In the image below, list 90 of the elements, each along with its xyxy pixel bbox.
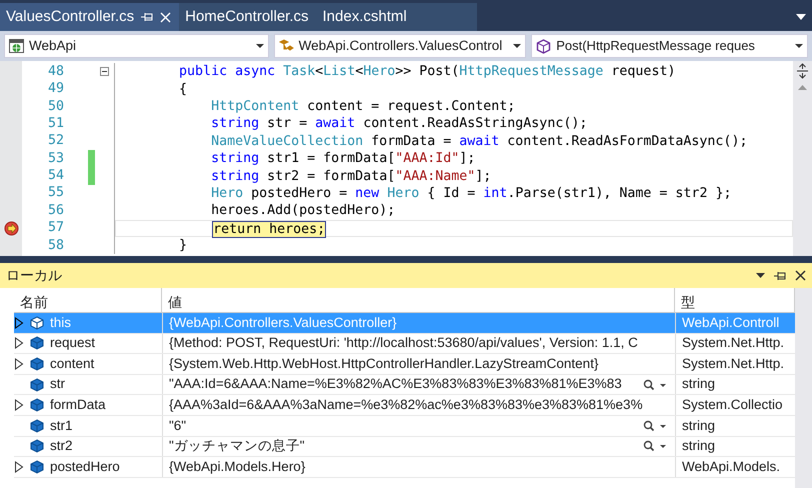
variable-type: System.Collectio [682,396,783,414]
variable-value: "ガッチャマンの息子" [169,437,306,456]
code-line: public async Task<List<Hero>> Post(HttpRequestMessage request) [178,63,676,80]
locals-row[interactable]: str "AAA:Id=6&AAA:Name=%E3%82%AC%E3%83%83%E3%83%81%E3%83 string [14,374,795,396]
method-icon [536,38,552,54]
variable-value: {Method: POST, RequestUri: 'http://localhost:53680/api/values', Version: 1.1, C [169,334,639,352]
variable-name: formData [50,396,106,414]
code-line: heroes.Add(postedHero); [210,202,396,220]
variable-value: {AAA%3aId=6&AAA%3aName=%e3%82%ac%e3%83%83%e3%83%81%e3% [169,396,644,414]
locals-row[interactable]: formData {AAA%3aId=6&AAA%3aName=%e3%82%ac%e3%83%83%e3%83%81%e3% System.Collectio [14,395,795,416]
variable-name: this [50,314,72,332]
project-icon [9,38,24,54]
locals-row[interactable]: request {Method: POST, RequestUri: 'http://localhost:53680/api/values', Version: 1.1, C System.Net.Http. [14,334,795,354]
dropdown-icon[interactable] [796,14,806,20]
panel-title: ローカル [6,266,63,285]
navigation-dropdown[interactable]: WebApi.Controllers.ValuesControl [274,34,526,58]
variable-type: string [682,416,716,435]
field-icon [30,316,44,330]
line-number: 54 [46,167,65,186]
field-icon [30,336,44,350]
variable-type: System.Net.Http. [682,334,784,352]
code-line: string str1 = formData["AAA:Id"]; [210,150,476,168]
pin-icon[interactable] [773,270,787,280]
search-icon[interactable] [643,440,667,452]
expand-icon[interactable] [14,358,24,370]
variable-value: {System.Web.Http.WebHost.HttpControllerHandler.LazyStreamContent} [169,354,600,373]
scrollbar[interactable] [795,288,812,488]
variable-value: "6" [169,416,188,435]
variable-type: WebApi.Models. [682,458,780,476]
variable-value: "AAA:Id=6&AAA:Name=%E3%82%AC%E3%83%83%E3%83%81%E3%83 [169,375,623,394]
editor-tab[interactable]: HomeController.cs [179,3,317,31]
caret-icon [513,44,522,48]
class-icon [278,38,294,54]
field-icon [30,460,44,474]
locals-row[interactable]: postedHero {WebApi.Models.Hero} WebApi.Models. [14,457,795,478]
variable-name: str [50,375,65,394]
split-icon[interactable] [796,63,809,79]
caret-icon[interactable] [756,273,765,278]
line-number: 55 [46,184,65,202]
expand-icon[interactable] [14,399,24,412]
locals-row[interactable]: str2 "ガッチャマンの息子" string [14,436,795,458]
expand-icon[interactable] [14,316,24,329]
close-icon[interactable] [795,270,806,281]
expand-icon[interactable] [14,337,24,350]
variable-name: request [50,334,96,352]
code-line: NameValueCollection formData = await content.ReadAsFormDataAsync(); [210,132,748,150]
line-number: 51 [46,114,65,133]
code-line: Hero postedHero = new Hero { Id = int.Parse(str1), Name = str2 }; [210,184,732,202]
field-icon [30,356,44,371]
line-number: 49 [46,80,65,98]
code-line: string str2 = formData["AAA:Name"]; [210,168,492,185]
code-line: } [178,237,188,254]
search-icon[interactable] [643,378,667,391]
code-line: string str = await content.ReadAsStringAsync(); [210,115,588,132]
line-number: 58 [46,236,65,255]
field-icon [30,378,44,392]
line-number: 53 [46,150,65,168]
field-icon [30,439,44,454]
search-icon[interactable] [643,420,667,432]
variable-name: str1 [50,416,73,435]
line-number: 52 [46,132,65,150]
variable-name: str2 [50,437,73,456]
line-number: 50 [46,98,65,116]
variable-type: string [682,437,716,456]
collapse-icon[interactable] [100,67,109,76]
variable-value: {WebApi.Models.Hero} [169,458,306,476]
navigation-dropdown[interactable]: WebApi [4,34,269,58]
field-icon [30,418,44,433]
variable-value: {WebApi.Controllers.ValuesController} [169,314,398,332]
editor-tab[interactable]: Index.cshtml [316,3,477,31]
locals-row[interactable]: content {System.Web.Http.WebHost.HttpControllerHandler.LazyStreamContent} System.Net.Http. [14,354,795,375]
code-line: HttpContent content = request.Content; [210,98,516,115]
caret-icon [256,44,264,48]
variable-type: WebApi.Controll [682,314,780,332]
column-header[interactable]: 値 [162,288,675,312]
line-number: 56 [46,202,65,220]
line-number: 48 [46,62,65,81]
caret-icon [795,44,804,48]
field-icon [30,398,44,412]
variable-type: System.Net.Http. [682,354,784,373]
line-number: 57 [46,219,65,238]
locals-row[interactable]: str1 "6" string [14,416,795,437]
scrollbar[interactable] [793,61,812,256]
column-header[interactable]: 名前 [14,288,162,312]
code-line: { [178,80,188,98]
variable-name: postedHero [50,458,120,476]
navigation-dropdown[interactable]: Post(HttpRequestMessage reques [531,34,808,58]
expand-icon[interactable] [14,460,24,473]
variable-name: content [50,354,94,373]
variable-type: string [682,375,716,394]
